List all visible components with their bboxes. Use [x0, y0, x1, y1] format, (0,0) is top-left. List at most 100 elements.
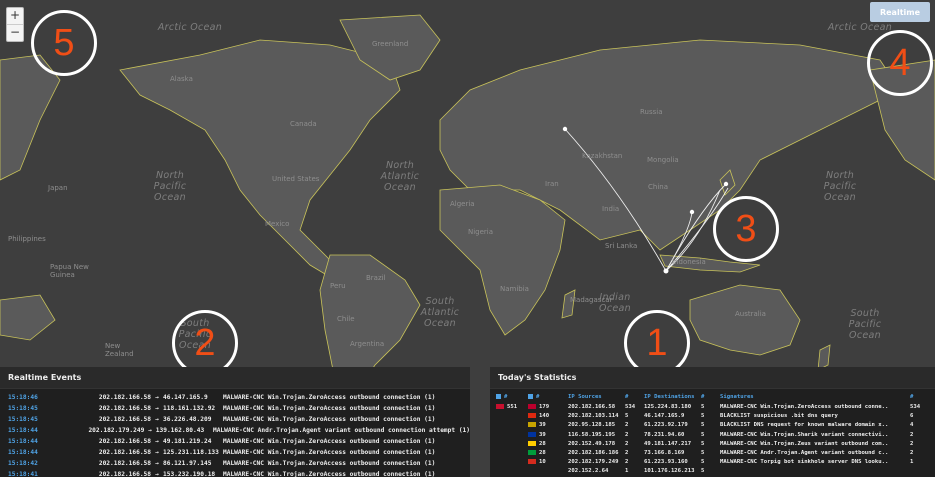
signature-name: MALWARE-CNC Win.Trojan.Zeus variant outb…: [720, 440, 889, 447]
zoom-out-button[interactable]: −: [7, 25, 23, 41]
ip-address: 202.182.166.58: [568, 404, 616, 410]
country-row[interactable]: 39: [528, 431, 568, 440]
country-flag-icon: [528, 431, 536, 437]
signature-name: BLACKLIST DNS request for known malware …: [720, 422, 889, 429]
stat-row[interactable]: BLACKLIST suspicious .bit dns query 6: [720, 412, 928, 421]
event-row[interactable]: 15:18:45 202.182.166.58 → 118.161.132.92 MAL…: [0, 403, 470, 414]
country-row[interactable]: 39: [528, 421, 568, 430]
stat-row[interactable]: MALWARE-CNC Torpig bot sinkhole server D…: [720, 458, 928, 467]
stat-count: 534: [625, 404, 636, 410]
country-count: 551: [507, 404, 518, 410]
stat-row[interactable]: 73.166.8.169 5: [644, 449, 720, 458]
event-signature: MALWARE-CNC Win.Trojan.ZeroAccess outbou…: [223, 405, 436, 412]
stat-row[interactable]: 202.182.166.58 534: [568, 403, 644, 412]
ip-address: 202.152.49.178: [568, 440, 616, 447]
country-row[interactable]: 10: [528, 458, 568, 467]
arrow-icon: →: [155, 405, 159, 412]
ocean-label: North Atlantic Ocean: [380, 160, 420, 193]
event-time: 15:18:44: [8, 427, 38, 434]
country-count: 28: [539, 440, 546, 447]
stat-row[interactable]: MALWARE-CNC Win.Trojan.ZeroAccess outbou…: [720, 403, 928, 412]
stat-row[interactable]: MALWARE-CNC Win.Trojan.Sharik variant co…: [720, 431, 928, 440]
callout-3: 3: [713, 196, 779, 262]
country-flag-icon: [528, 422, 536, 428]
stat-row[interactable]: BLACKLIST DNS request for known malware …: [720, 421, 928, 430]
event-source-ip: 202.182.166.58: [98, 394, 151, 401]
signature-name: BLACKLIST suspicious .bit dns query: [720, 413, 838, 420]
ip-address: 202.152.2.64: [568, 468, 609, 475]
event-row[interactable]: 15:18:44 202.182.166.58 → 49.181.219.24 MALW…: [0, 436, 470, 447]
country-row[interactable]: 28: [528, 440, 568, 449]
country-flag-icon: [528, 404, 536, 409]
country-label: Russia: [640, 108, 663, 116]
stat-row[interactable]: 46.147.165.9 5: [644, 412, 720, 421]
attack-point: [663, 268, 669, 274]
stat-row[interactable]: 202.152.49.178 2: [568, 440, 644, 449]
arrow-icon: →: [155, 449, 159, 456]
event-row[interactable]: 15:18:42 202.182.166.58 → 86.121.97.145 MALW…: [0, 458, 470, 469]
signature-name: MALWARE-CNC Andr.Trojan.Agent variant ou…: [720, 449, 889, 456]
stat-row[interactable]: 202.152.2.64 1: [568, 467, 644, 476]
stat-row[interactable]: 101.176.126.213 5: [644, 467, 720, 476]
stat-row[interactable]: 202.182.103.114 5: [568, 412, 644, 421]
country-row[interactable]: 179: [528, 403, 568, 412]
country-label: Japan: [48, 184, 68, 192]
stat-row[interactable]: 202.182.186.186 2: [568, 449, 644, 458]
event-destination-ip: 139.162.80.43: [155, 427, 205, 434]
zoom-control: + −: [6, 7, 24, 42]
country-flag-icon: [528, 413, 536, 419]
country-flag-icon: [528, 459, 536, 465]
stat-count: 5: [701, 422, 705, 429]
stat-row[interactable]: 125.224.83.180 5: [644, 403, 720, 412]
event-row[interactable]: 15:18:41 202.182.166.58 → 153.232.190.18 MAL…: [0, 469, 470, 477]
realtime-button[interactable]: Realtime: [870, 2, 930, 22]
events-list[interactable]: 15:18:46 202.182.166.58 → 46.147.165.9 MALWA…: [0, 389, 470, 477]
stat-count: 5: [701, 404, 705, 410]
ocean-label: North Pacific Ocean: [823, 170, 857, 203]
country-row[interactable]: 28: [528, 449, 568, 458]
stat-row[interactable]: 49.181.147.217 5: [644, 440, 720, 449]
country-label: New Zealand: [105, 342, 134, 358]
ip-address: 78.231.94.60: [644, 431, 685, 438]
signature-name: MALWARE-CNC Win.Trojan.Sharik variant co…: [720, 431, 889, 438]
ip-address: 73.166.8.169: [644, 449, 685, 456]
country-label: Indonesia: [672, 258, 706, 266]
country-label: Mexico: [265, 220, 290, 228]
event-row[interactable]: 15:18:44 202.182.166.58 → 125.231.118.133 MA…: [0, 447, 470, 458]
event-signature: MALWARE-CNC Win.Trojan.ZeroAccess outbou…: [223, 449, 436, 456]
stat-count: 2: [910, 431, 914, 438]
country-label: Argentina: [350, 340, 385, 348]
signature-name: MALWARE-CNC Torpig bot sinkhole server D…: [720, 459, 889, 466]
stat-row[interactable]: 61.223.92.179 5: [644, 421, 720, 430]
country-label: Peru: [330, 282, 346, 290]
country-label: Iran: [545, 180, 559, 188]
column-header: IP Sources #: [568, 392, 644, 403]
stat-row[interactable]: 78.231.94.60 5: [644, 431, 720, 440]
stat-row[interactable]: MALWARE-CNC Win.Trojan.Zeus variant outb…: [720, 440, 928, 449]
stat-count: 2: [625, 422, 629, 429]
stat-row[interactable]: 202.95.128.185 2: [568, 421, 644, 430]
ip-address: 46.147.165.9: [644, 413, 685, 420]
stat-row[interactable]: 202.182.179.249 2: [568, 458, 644, 467]
event-source-ip: 202.182.166.58: [98, 416, 151, 423]
ip-sources-col: IP Sources #202.182.166.58 534 202.182.103.…: [568, 392, 644, 477]
stat-count: 5: [701, 468, 705, 475]
event-destination-ip: 49.181.219.24: [163, 438, 212, 445]
flag-icon: [528, 394, 533, 399]
event-row[interactable]: 15:18:46 202.182.166.58 → 46.147.165.9 MALWA…: [0, 392, 470, 403]
country-count: 28: [539, 449, 546, 456]
stat-row[interactable]: 116.58.195.195 2: [568, 431, 644, 440]
zoom-in-button[interactable]: +: [7, 8, 23, 25]
country-flag-icon: [528, 440, 536, 446]
stat-row[interactable]: 61.223.93.160 5: [644, 458, 720, 467]
country-row[interactable]: 140: [528, 412, 568, 421]
stat-count: 5: [701, 440, 705, 447]
country-label: China: [648, 183, 668, 191]
stat-count: 2: [910, 440, 914, 447]
callout-4: 4: [867, 30, 933, 96]
event-row[interactable]: 15:18:44 202.182.179.249 → 139.162.80.43 MAL…: [0, 425, 470, 436]
event-row[interactable]: 15:18:45 202.182.166.58 → 36.226.48.209 MALW…: [0, 414, 470, 425]
event-time: 15:18:42: [8, 460, 38, 467]
country-row[interactable]: 551: [496, 403, 528, 412]
stat-row[interactable]: MALWARE-CNC Andr.Trojan.Agent variant ou…: [720, 449, 928, 458]
